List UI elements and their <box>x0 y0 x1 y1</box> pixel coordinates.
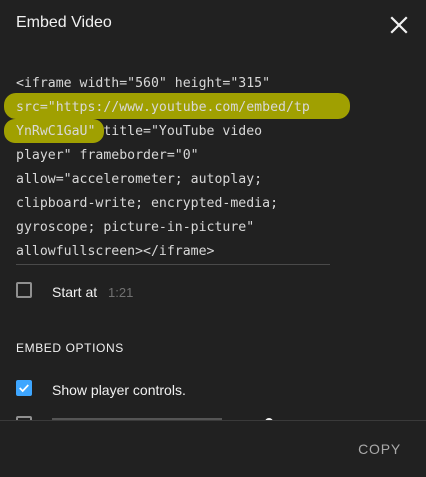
code-line: allowfullscreen></iframe> <box>16 244 215 259</box>
embed-video-dialog: Embed Video <iframe width="560" height="… <box>0 0 426 477</box>
dialog-header: Embed Video <box>0 0 426 52</box>
code-line: YnRwC1GaU" title="YouTube video <box>16 124 263 139</box>
code-line: src="https://www.youtube.com/embed/tp <box>16 100 310 115</box>
code-line: player" frameborder="0" <box>16 148 199 163</box>
code-line: <iframe width="560" height="315" <box>16 76 271 91</box>
dialog-title: Embed Video <box>16 14 112 31</box>
check-icon <box>19 384 29 393</box>
code-line: allow="accelerometer; autoplay; <box>16 172 263 187</box>
textarea-underline <box>16 264 330 265</box>
embed-options-title: EMBED OPTIONS <box>16 341 124 355</box>
show-player-controls-label: Show player controls. <box>52 382 186 398</box>
code-line: clipboard-write; encrypted-media; <box>16 196 279 211</box>
start-at-time[interactable]: 1:21 <box>108 285 133 300</box>
code-line: gyroscope; picture-in-picture" <box>16 220 255 235</box>
start-at-label: Start at <box>52 284 98 300</box>
copy-button[interactable]: COPY <box>358 441 401 457</box>
show-player-controls-checkbox[interactable] <box>16 380 32 396</box>
start-at-checkbox[interactable] <box>16 282 32 298</box>
clipped-option-row <box>0 410 426 420</box>
close-icon <box>390 16 408 34</box>
footer-divider <box>0 420 426 421</box>
close-button[interactable] <box>386 12 412 38</box>
embed-code-textarea[interactable]: <iframe width="560" height="315" src="ht… <box>4 72 350 264</box>
